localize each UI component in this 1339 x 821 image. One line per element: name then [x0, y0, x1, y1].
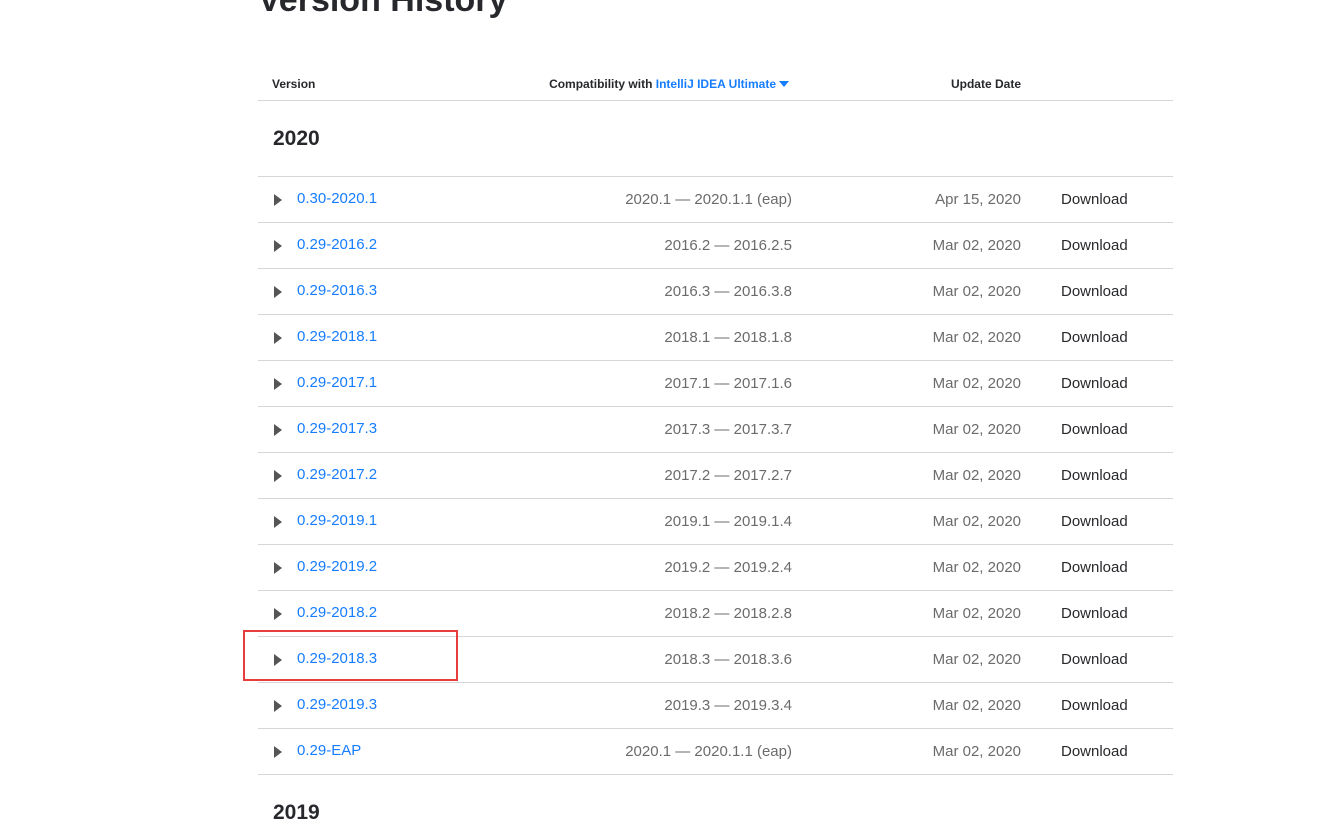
update-date: Mar 02, 2020	[932, 605, 1021, 622]
version-link[interactable]: 0.29-2019.3	[297, 696, 377, 713]
download-link[interactable]: Download	[1061, 697, 1128, 714]
compatibility-range: 2016.3 — 2016.3.8	[664, 283, 792, 300]
table-row: 0.29-2017.3 2017.3 — 2017.3.7 Mar 02, 2020…	[258, 407, 1173, 453]
table-row: 0.29-2019.3 2019.3 — 2019.3.4 Mar 02, 2020…	[258, 683, 1173, 729]
compatibility-range: 2019.1 — 2019.1.4	[664, 513, 792, 530]
update-date: Mar 02, 2020	[932, 467, 1021, 484]
update-date: Mar 02, 2020	[932, 697, 1021, 714]
version-link[interactable]: 0.29-2018.1	[297, 328, 377, 345]
year-group-heading: 2019	[258, 775, 1173, 821]
update-date: Mar 02, 2020	[932, 421, 1021, 438]
version-link[interactable]: 0.29-2018.3	[297, 650, 377, 667]
triangle-right-icon[interactable]	[274, 424, 282, 436]
version-link[interactable]: 0.29-2019.2	[297, 558, 377, 575]
version-table: Version Compatibility with IntelliJ IDEA…	[258, 66, 1173, 821]
version-link[interactable]: 0.29-2018.2	[297, 604, 377, 621]
download-link[interactable]: Download	[1061, 559, 1128, 576]
year-group-heading: 2020	[258, 101, 1173, 177]
version-link[interactable]: 0.29-2016.3	[297, 282, 377, 299]
compatibility-range: 2019.2 — 2019.2.4	[664, 559, 792, 576]
table-row: 0.30-2020.1 2020.1 — 2020.1.1 (eap) Apr 15…	[258, 177, 1173, 223]
page-title: Version History	[258, 0, 508, 19]
version-link[interactable]: 0.29-2016.2	[297, 236, 377, 253]
page: Version History Version Compatibility wi…	[0, 0, 1339, 821]
table-row: 0.29-2018.3 2018.3 — 2018.3.6 Mar 02, 2020…	[258, 637, 1173, 683]
compatibility-range: 2017.1 — 2017.1.6	[664, 375, 792, 392]
triangle-right-icon[interactable]	[274, 746, 282, 758]
download-link[interactable]: Download	[1061, 651, 1128, 668]
compatibility-range: 2017.2 — 2017.2.7	[664, 467, 792, 484]
table-row: 0.29-EAP 2020.1 — 2020.1.1 (eap) Mar 02, 2…	[258, 729, 1173, 775]
header-compatibility-label: Compatibility with	[549, 77, 653, 91]
header-compatibility: Compatibility with IntelliJ IDEA Ultimat…	[549, 77, 789, 91]
compatibility-range: 2019.3 — 2019.3.4	[664, 697, 792, 714]
download-link[interactable]: Download	[1061, 191, 1128, 208]
year-label: 2019	[273, 801, 320, 821]
table-row: 0.29-2017.2 2017.2 — 2017.2.7 Mar 02, 2020…	[258, 453, 1173, 499]
compatibility-range: 2017.3 — 2017.3.7	[664, 421, 792, 438]
compatibility-range: 2018.3 — 2018.3.6	[664, 651, 792, 668]
compatibility-range: 2018.2 — 2018.2.8	[664, 605, 792, 622]
triangle-right-icon[interactable]	[274, 194, 282, 206]
triangle-right-icon[interactable]	[274, 332, 282, 344]
update-date: Mar 02, 2020	[932, 237, 1021, 254]
compatibility-range: 2016.2 — 2016.2.5	[664, 237, 792, 254]
triangle-right-icon[interactable]	[274, 378, 282, 390]
header-version: Version	[272, 77, 316, 91]
triangle-right-icon[interactable]	[274, 700, 282, 712]
update-date: Mar 02, 2020	[932, 743, 1021, 760]
update-date: Mar 02, 2020	[932, 283, 1021, 300]
download-link[interactable]: Download	[1061, 329, 1128, 346]
triangle-right-icon[interactable]	[274, 562, 282, 574]
download-link[interactable]: Download	[1061, 743, 1128, 760]
compatibility-range: 2020.1 — 2020.1.1 (eap)	[625, 743, 792, 760]
table-row: 0.29-2018.2 2018.2 — 2018.2.8 Mar 02, 2020…	[258, 591, 1173, 637]
triangle-right-icon[interactable]	[274, 654, 282, 666]
download-link[interactable]: Download	[1061, 605, 1128, 622]
download-link[interactable]: Download	[1061, 467, 1128, 484]
download-link[interactable]: Download	[1061, 375, 1128, 392]
version-link[interactable]: 0.30-2020.1	[297, 190, 377, 207]
table-row: 0.29-2016.2 2016.2 — 2016.2.5 Mar 02, 2020…	[258, 223, 1173, 269]
version-link[interactable]: 0.29-EAP	[297, 742, 361, 759]
update-date: Mar 02, 2020	[932, 375, 1021, 392]
version-link[interactable]: 0.29-2017.1	[297, 374, 377, 391]
update-date: Mar 02, 2020	[932, 559, 1021, 576]
table-header: Version Compatibility with IntelliJ IDEA…	[258, 66, 1173, 101]
version-link[interactable]: 0.29-2017.3	[297, 420, 377, 437]
download-link[interactable]: Download	[1061, 237, 1128, 254]
table-row: 0.29-2019.2 2019.2 — 2019.2.4 Mar 02, 2020…	[258, 545, 1173, 591]
update-date: Mar 02, 2020	[932, 329, 1021, 346]
triangle-right-icon[interactable]	[274, 470, 282, 482]
product-dropdown[interactable]: IntelliJ IDEA Ultimate	[656, 77, 789, 91]
update-date: Mar 02, 2020	[932, 513, 1021, 530]
version-link[interactable]: 0.29-2017.2	[297, 466, 377, 483]
header-update-date: Update Date	[950, 77, 1021, 91]
table-row: 0.29-2017.1 2017.1 — 2017.1.6 Mar 02, 2020…	[258, 361, 1173, 407]
caret-down-icon[interactable]	[779, 81, 789, 87]
triangle-right-icon[interactable]	[274, 516, 282, 528]
download-link[interactable]: Download	[1061, 421, 1128, 438]
triangle-right-icon[interactable]	[274, 608, 282, 620]
product-dropdown-label[interactable]: IntelliJ IDEA Ultimate	[656, 77, 776, 91]
table-row: 0.29-2019.1 2019.1 — 2019.1.4 Mar 02, 2020…	[258, 499, 1173, 545]
update-date: Apr 15, 2020	[935, 191, 1021, 208]
compatibility-range: 2020.1 — 2020.1.1 (eap)	[625, 191, 792, 208]
year-label: 2020	[273, 127, 320, 150]
table-row: 0.29-2018.1 2018.1 — 2018.1.8 Mar 02, 2020…	[258, 315, 1173, 361]
table-row: 0.29-2016.3 2016.3 — 2016.3.8 Mar 02, 2020…	[258, 269, 1173, 315]
download-link[interactable]: Download	[1061, 283, 1128, 300]
version-link[interactable]: 0.29-2019.1	[297, 512, 377, 529]
download-link[interactable]: Download	[1061, 513, 1128, 530]
triangle-right-icon[interactable]	[274, 286, 282, 298]
compatibility-range: 2018.1 — 2018.1.8	[664, 329, 792, 346]
triangle-right-icon[interactable]	[274, 240, 282, 252]
update-date: Mar 02, 2020	[932, 651, 1021, 668]
